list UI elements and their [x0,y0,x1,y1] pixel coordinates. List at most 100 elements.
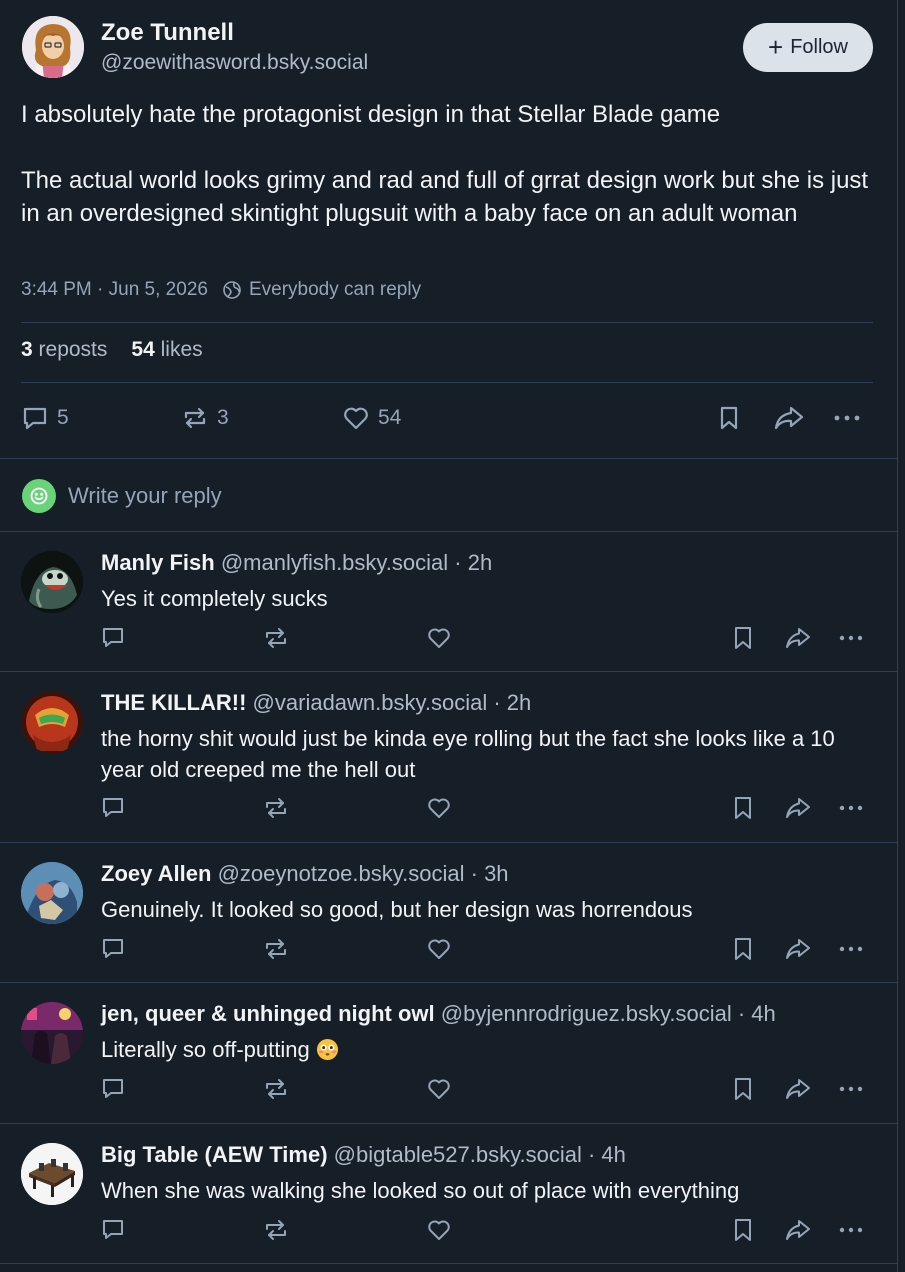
share-button[interactable] [784,795,810,821]
reply-author-name[interactable]: jen, queer & unhinged night owl [101,1001,435,1026]
share-button[interactable] [784,1217,810,1243]
reply-button[interactable] [100,795,126,821]
repost-button[interactable] [263,1217,289,1243]
likes-stat[interactable]: 54 likes [131,338,202,362]
bookmark-button[interactable] [730,936,756,962]
avatar[interactable] [21,1002,83,1064]
post-stats: 3 reposts 54 likes [21,338,203,362]
author-handle[interactable]: @zoewithasword.bsky.social [101,51,368,75]
like-button[interactable] [426,936,452,962]
bookmark-icon [735,797,751,819]
reply-time[interactable]: 3h [484,861,508,886]
reply-author-name[interactable]: Manly Fish [101,550,215,575]
reply-author-handle[interactable]: @byjennrodriguez.bsky.social [441,1001,732,1026]
repost-icon [184,407,206,429]
reply-time[interactable]: 4h [601,1142,625,1167]
reply-input-placeholder[interactable]: Write your reply [68,483,222,509]
ellipsis-icon [834,415,860,421]
bookmark-button[interactable] [730,625,756,651]
like-button[interactable] [426,1076,452,1102]
like-button[interactable]: 54 [342,400,401,436]
reply-author-handle[interactable]: @manlyfish.bsky.social [221,550,448,575]
bookmark-button[interactable] [730,1217,756,1243]
more-options-button[interactable] [832,400,862,436]
reply-icon [103,939,123,958]
avatar[interactable] [21,862,83,924]
more-options-button[interactable] [838,1076,864,1102]
repost-button[interactable] [263,795,289,821]
author-name[interactable]: Zoe Tunnell [101,19,234,47]
reposts-stat[interactable]: 3 reposts [21,338,107,362]
post-paragraph: I absolutely hate the protagonist design… [21,101,721,128]
reply-text: Yes it completely sucks [101,586,328,611]
ellipsis-icon [839,805,863,811]
repost-button[interactable] [263,936,289,962]
reply-composer[interactable]: Write your reply [0,459,897,531]
follow-label: Follow [790,36,848,58]
separator: · [448,550,468,575]
share-icon [774,406,804,430]
reply-author-handle[interactable]: @bigtable527.bsky.social [334,1142,582,1167]
reply-text: Genuinely. It looked so good, but her de… [101,897,693,922]
avatar[interactable] [21,691,83,753]
post-timestamp[interactable]: 3:44 PM · Jun 5, 2026 [21,279,208,301]
bookmark-button[interactable] [715,400,743,436]
share-button[interactable] [773,400,805,436]
reply-button[interactable] [100,1076,126,1102]
repost-button[interactable] [263,1076,289,1102]
bookmark-button[interactable] [730,795,756,821]
bookmark-button[interactable] [730,1076,756,1102]
repost-icon [266,798,286,818]
reply-header: Zoey Allen @zoeynotzoe.bsky.social · 3h [101,861,509,887]
bookmark-icon [735,938,751,960]
repost-icon [266,628,286,648]
avatar[interactable] [21,551,83,613]
avatar[interactable] [21,1143,83,1205]
like-button[interactable] [426,625,452,651]
more-options-button[interactable] [838,1217,864,1243]
like-button[interactable] [426,795,452,821]
reply-button[interactable]: 5 [21,400,69,436]
share-button[interactable] [784,1076,810,1102]
repost-button[interactable] [263,625,289,651]
scrollbar-track[interactable] [897,0,905,1272]
like-count: 54 [378,406,402,429]
repost-icon [266,1220,286,1240]
share-button[interactable] [784,625,810,651]
reply-author-handle[interactable]: @variadawn.bsky.social [253,690,488,715]
heart-icon [428,1079,450,1099]
reply-button[interactable] [100,936,126,962]
ellipsis-icon [839,635,863,641]
repost-count: 3 [217,406,229,429]
more-options-button[interactable] [838,936,864,962]
post-meta: 3:44 PM · Jun 5, 2026 Everybody can repl… [21,279,421,301]
ellipsis-icon [839,946,863,952]
follow-button[interactable]: + Follow [743,23,873,72]
reply-author-handle[interactable]: @zoeynotzoe.bsky.social [218,861,465,886]
separator: · [464,861,485,886]
reply-author-name[interactable]: Zoey Allen [101,861,211,886]
more-options-button[interactable] [838,795,864,821]
heart-icon [428,628,450,648]
bookmark-icon [720,406,738,430]
reply-header: THE KILLAR!! @variadawn.bsky.social · 2h [101,690,531,716]
more-options-button[interactable] [838,625,864,651]
reply-count: 5 [57,406,69,429]
heart-icon [428,1220,450,1240]
reply-button[interactable] [100,1217,126,1243]
repost-button[interactable]: 3 [181,400,229,436]
reply-button[interactable] [100,625,126,651]
reply-author-name[interactable]: THE KILLAR!! [101,690,246,715]
reply-time[interactable]: 4h [751,1001,775,1026]
reply-header: jen, queer & unhinged night owl @byjennr… [101,1001,776,1027]
reply-time[interactable]: 2h [507,690,531,715]
author-avatar[interactable] [22,16,84,78]
ellipsis-icon [839,1086,863,1092]
like-button[interactable] [426,1217,452,1243]
share-button[interactable] [784,936,810,962]
separator: · [487,690,507,715]
reply-author-name[interactable]: Big Table (AEW Time) [101,1142,328,1167]
repost-icon [266,939,286,959]
share-icon [786,1079,810,1099]
reply-time[interactable]: 2h [468,550,492,575]
